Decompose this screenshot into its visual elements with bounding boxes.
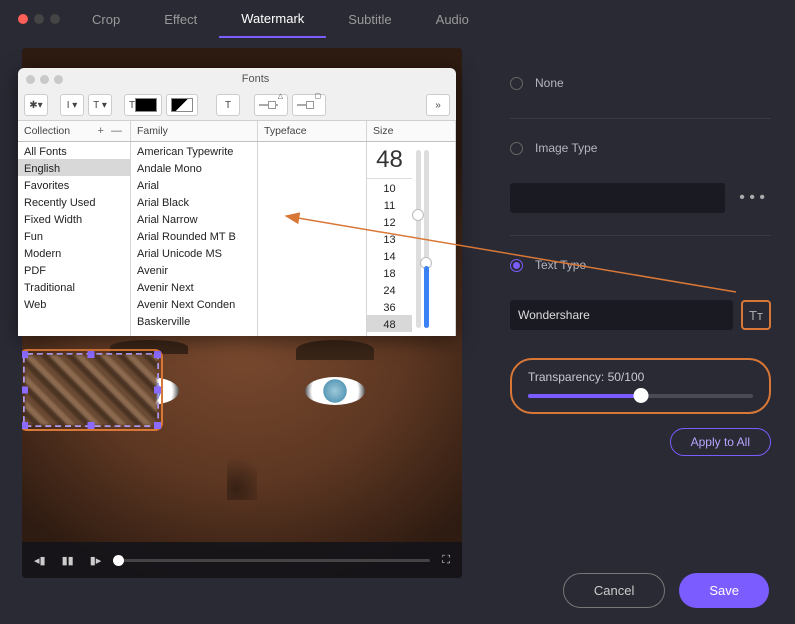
list-item[interactable]: 13 <box>367 230 412 247</box>
add-remove-collection-icon[interactable]: + — <box>98 125 124 137</box>
list-item[interactable]: Traditional <box>18 278 130 295</box>
top-tabs: Crop Effect Watermark Subtitle Audio <box>0 0 795 38</box>
tab-crop[interactable]: Crop <box>70 2 142 37</box>
gear-icon[interactable]: ✱▾ <box>24 94 48 116</box>
typography-button[interactable]: T <box>216 94 240 116</box>
typeface-list[interactable] <box>258 142 367 336</box>
family-header: Family <box>131 121 258 141</box>
radio-icon <box>510 259 523 272</box>
fonts-toolbar: ✱▾ I ▾ T ▾ T T △ ▢ » <box>18 90 456 121</box>
list-item[interactable]: Arial Narrow <box>131 210 257 227</box>
list-item[interactable]: Arial <box>131 176 257 193</box>
list-item[interactable]: Arial Black <box>131 193 257 210</box>
list-item[interactable]: 12 <box>367 213 412 230</box>
zoom-window-icon[interactable] <box>50 14 60 24</box>
tab-watermark[interactable]: Watermark <box>219 1 326 38</box>
list-item[interactable]: English <box>18 159 130 176</box>
underline-dropdown[interactable]: I ▾ <box>60 94 84 116</box>
list-item[interactable]: American Typewrite <box>131 142 257 159</box>
fonts-panel: Fonts ✱▾ I ▾ T ▾ T T △ ▢ » Collection + — <box>18 68 456 336</box>
list-item[interactable]: 18 <box>367 264 412 281</box>
size-column: 48 101112131418243648 <box>367 142 456 336</box>
save-button[interactable]: Save <box>679 573 769 608</box>
list-item[interactable]: Modern <box>18 244 130 261</box>
radio-text-type[interactable]: Text Type <box>510 258 771 272</box>
browse-image-button[interactable]: • • • <box>733 189 771 207</box>
transparency-label: Transparency: 50/100 <box>528 370 753 384</box>
list-item[interactable]: All Fonts <box>18 142 130 159</box>
radio-none[interactable]: None <box>510 76 771 90</box>
player-controls: ◂▮ ▮▮ ▮▸ ⛶ <box>22 542 462 578</box>
playback-progress[interactable] <box>113 559 430 562</box>
fonts-panel-traffic-lights <box>26 75 63 84</box>
radio-image-type[interactable]: Image Type <box>510 141 771 155</box>
kerning-slider-icon[interactable]: △ <box>254 94 288 116</box>
footer-buttons: Cancel Save <box>563 573 769 608</box>
minimize-window-icon[interactable] <box>34 14 44 24</box>
family-list[interactable]: American TypewriteAndale MonoArialArial … <box>131 142 258 336</box>
text-type-label: Text Type <box>535 258 586 272</box>
apply-to-all-button[interactable]: Apply to All <box>670 428 771 456</box>
none-label: None <box>535 76 564 90</box>
next-frame-button[interactable]: ▮▸ <box>86 552 106 569</box>
fullscreen-button[interactable]: ⛶ <box>438 552 454 569</box>
watermark-text-input[interactable] <box>510 300 733 330</box>
prev-frame-button[interactable]: ◂▮ <box>30 552 50 569</box>
list-item[interactable]: 48 <box>367 315 412 332</box>
fonts-panel-title: Fonts <box>63 73 448 85</box>
tab-subtitle[interactable]: Subtitle <box>326 2 413 37</box>
list-item[interactable]: Favorites <box>18 176 130 193</box>
size-header: Size <box>367 121 456 141</box>
pause-button[interactable]: ▮▮ <box>58 552 78 569</box>
list-item[interactable]: 11 <box>367 196 412 213</box>
list-item[interactable]: Avenir <box>131 261 257 278</box>
current-size: 48 <box>367 142 412 179</box>
list-item[interactable]: Web <box>18 295 130 312</box>
tracking-slider-icon[interactable]: ▢ <box>292 94 326 116</box>
list-item[interactable]: Baskerville <box>131 312 257 329</box>
tab-effect[interactable]: Effect <box>142 2 219 37</box>
settings-panel: None Image Type • • • Text Type Tᴛ Trans… <box>480 38 795 624</box>
slider-thumb-icon <box>633 388 648 403</box>
list-item[interactable]: 10 <box>367 179 412 196</box>
list-item[interactable]: Arial Unicode MS <box>131 244 257 261</box>
black-swatch-icon <box>135 98 157 112</box>
split-swatch-icon <box>171 98 193 112</box>
image-path-input[interactable] <box>510 183 725 213</box>
list-item[interactable]: Avenir Next Conden <box>131 295 257 312</box>
radio-icon <box>510 77 523 90</box>
radio-icon <box>510 142 523 155</box>
list-item[interactable]: 24 <box>367 281 412 298</box>
close-window-icon[interactable] <box>18 14 28 24</box>
fonts-headers: Collection + — Family Typeface Size <box>18 121 456 142</box>
list-item[interactable]: Arial Rounded MT B <box>131 227 257 244</box>
tab-audio[interactable]: Audio <box>414 2 491 37</box>
transparency-group: Transparency: 50/100 <box>510 358 771 414</box>
list-item[interactable]: 36 <box>367 298 412 315</box>
transparency-slider[interactable] <box>528 394 753 398</box>
size-list[interactable]: 101112131418243648 <box>367 179 412 332</box>
list-item[interactable]: Avenir Next <box>131 278 257 295</box>
strikethrough-dropdown[interactable]: T ▾ <box>88 94 112 116</box>
font-picker-button[interactable]: Tᴛ <box>741 300 771 330</box>
collection-header: Collection <box>24 125 70 137</box>
image-type-label: Image Type <box>535 141 597 155</box>
list-item[interactable]: Fun <box>18 227 130 244</box>
collection-list[interactable]: All FontsEnglishFavoritesRecently UsedFi… <box>18 142 131 336</box>
watermark-selection-box[interactable] <box>23 353 159 427</box>
size-sliders[interactable] <box>412 142 455 336</box>
list-item[interactable]: Recently Used <box>18 193 130 210</box>
list-item[interactable]: Fixed Width <box>18 210 130 227</box>
text-color-button[interactable]: T <box>124 94 162 116</box>
window-traffic-lights <box>8 14 70 24</box>
typeface-header: Typeface <box>258 121 367 141</box>
more-icon[interactable]: » <box>426 94 450 116</box>
list-item[interactable]: 14 <box>367 247 412 264</box>
list-item[interactable]: Andale Mono <box>131 159 257 176</box>
background-color-button[interactable] <box>166 94 198 116</box>
cancel-button[interactable]: Cancel <box>563 573 665 608</box>
list-item[interactable]: PDF <box>18 261 130 278</box>
